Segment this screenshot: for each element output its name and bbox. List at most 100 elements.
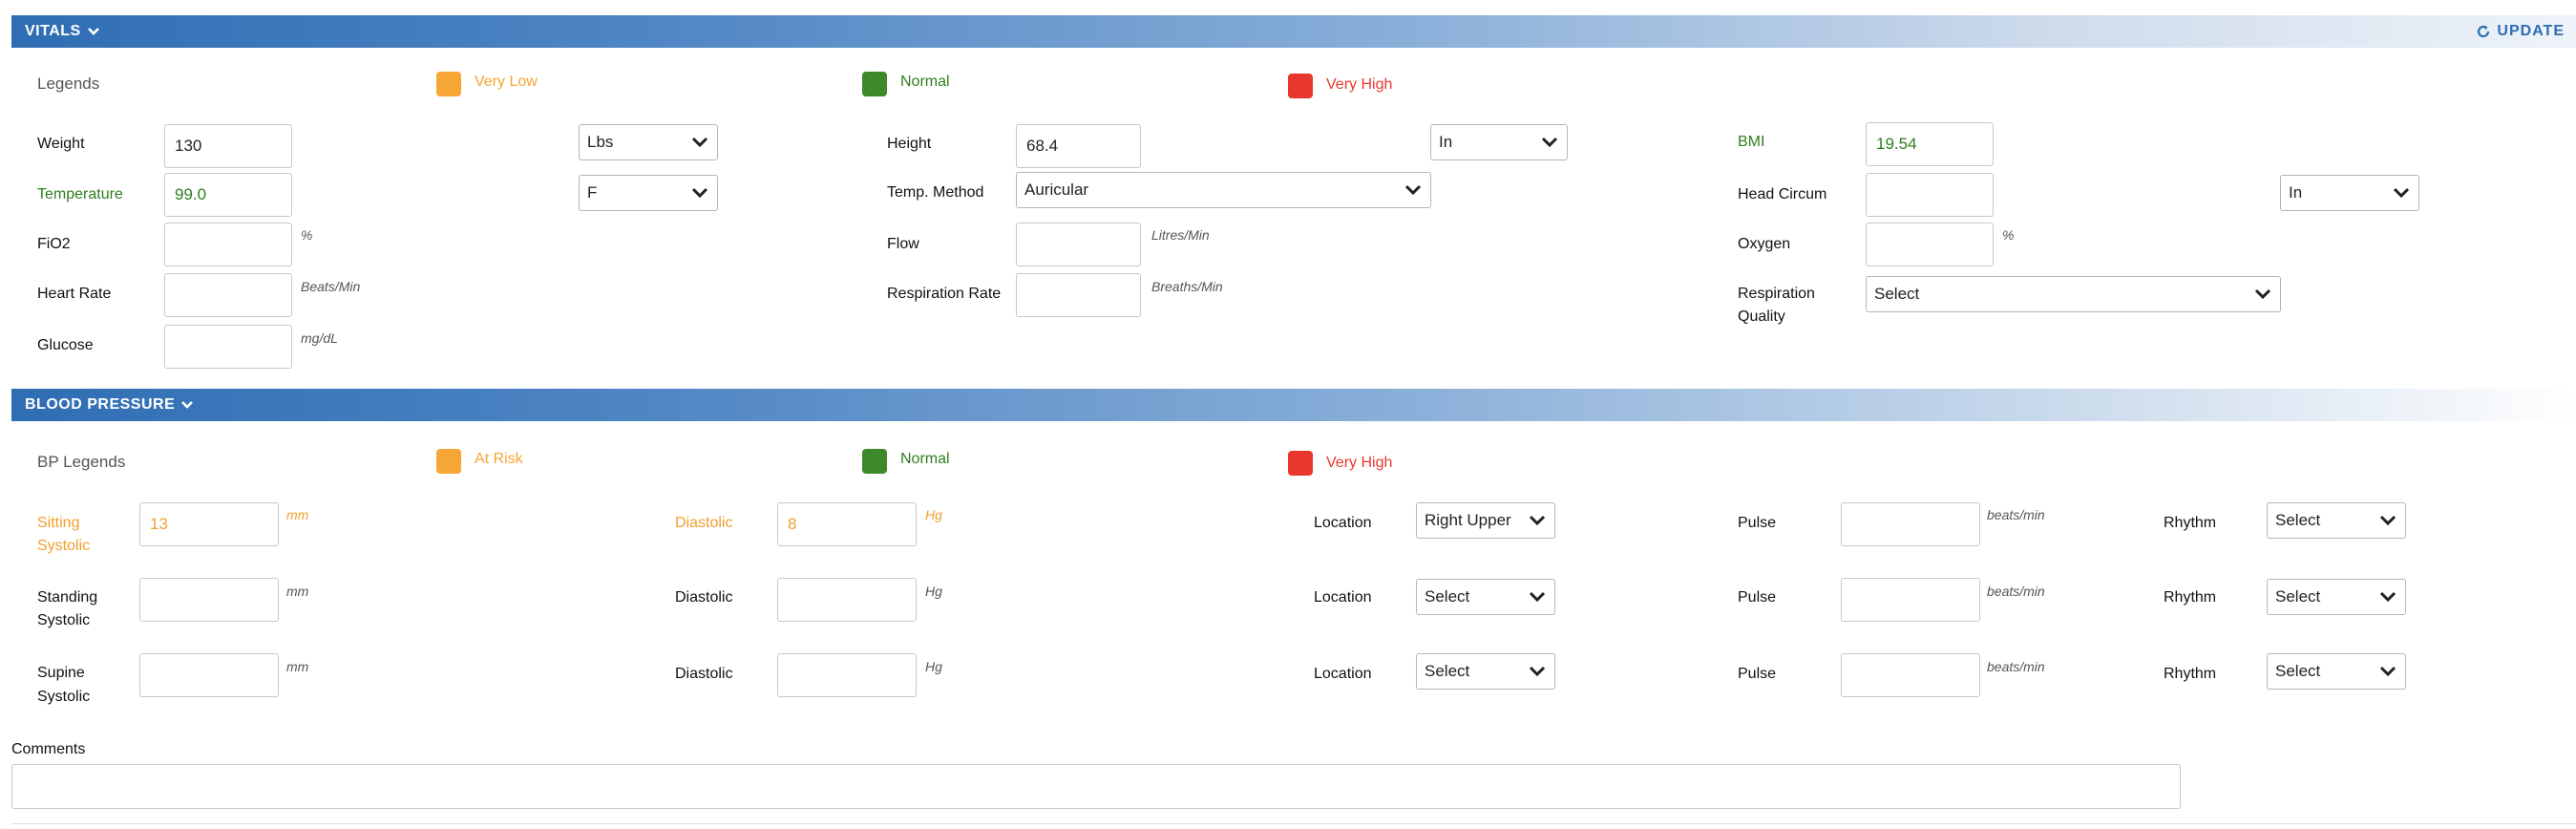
sitting-pulse-unit: beats/min [1987, 507, 2045, 522]
bp-title: BLOOD PRESSURE [25, 396, 176, 413]
legend-swatch-very-high [1288, 74, 1313, 98]
respiration-quality-value: Select [1874, 285, 1920, 303]
height-input[interactable]: 68.4 [1016, 124, 1141, 168]
standing-rhythm-select[interactable]: Select [2267, 579, 2406, 615]
supine-rhythm-select[interactable]: Select [2267, 653, 2406, 690]
respiration-rate-input[interactable] [1016, 273, 1141, 317]
heart-rate-label: Heart Rate [37, 286, 112, 302]
legend-swatch-very-low [436, 72, 461, 96]
standing-pulse-unit: beats/min [1987, 584, 2045, 599]
head-circum-label: Head Circum [1738, 186, 1827, 202]
vitals-toggle[interactable]: VITALS [25, 23, 100, 40]
weight-input[interactable]: 130 [164, 124, 292, 168]
supine-systolic-label-1: Supine [37, 665, 85, 681]
comments-textarea[interactable] [11, 764, 2181, 809]
chevron-down-icon [2379, 591, 2397, 603]
sitting-pulse-input[interactable] [1841, 502, 1980, 546]
supine-systolic-label-2: Systolic [37, 689, 91, 705]
supine-location-label: Location [1314, 666, 1372, 682]
flow-label: Flow [887, 236, 919, 252]
sitting-systolic-label-1: Sitting [37, 515, 80, 531]
temperature-unit-value: F [587, 183, 598, 202]
sitting-rhythm-value: Select [2275, 511, 2321, 529]
chevron-down-icon [87, 28, 99, 35]
chevron-down-icon [2379, 515, 2397, 526]
legend-swatch-bp-normal [862, 449, 887, 474]
legend-very-low: Very Low [475, 74, 538, 90]
update-button[interactable]: UPDATE [2476, 23, 2565, 40]
oxygen-input[interactable] [1866, 223, 1994, 266]
legend-at-risk: At Risk [475, 451, 523, 467]
temperature-unit-select[interactable]: F [579, 175, 718, 211]
sitting-systolic-input[interactable]: 13 [139, 502, 279, 546]
head-circum-unit-value: In [2289, 183, 2303, 202]
chevron-down-icon [2254, 288, 2271, 300]
sitting-pulse-label: Pulse [1738, 515, 1777, 531]
glucose-label: Glucose [37, 337, 94, 353]
standing-rhythm-value: Select [2275, 587, 2321, 606]
legend-swatch-normal [862, 72, 887, 96]
temp-method-select[interactable]: Auricular [1016, 172, 1431, 208]
flow-unit: Litres/Min [1151, 227, 1210, 243]
refresh-icon [2478, 25, 2490, 38]
standing-location-select[interactable]: Select [1416, 579, 1555, 615]
standing-pulse-input[interactable] [1841, 578, 1980, 622]
respiration-quality-label-2: Quality [1738, 308, 1785, 325]
supine-pulse-unit: beats/min [1987, 659, 2045, 674]
comments-label: Comments [11, 741, 86, 757]
sitting-diastolic-input[interactable]: 8 [777, 502, 917, 546]
sitting-systolic-unit: mm [286, 507, 309, 522]
bmi-label: BMI [1738, 134, 1765, 150]
head-circum-unit-select[interactable]: In [2280, 175, 2419, 211]
standing-pulse-label: Pulse [1738, 589, 1777, 606]
update-label: UPDATE [2497, 23, 2565, 39]
oxygen-unit: % [2002, 227, 2015, 243]
supine-pulse-input[interactable] [1841, 653, 1980, 697]
standing-diastolic-input[interactable] [777, 578, 917, 622]
supine-diastolic-input[interactable] [777, 653, 917, 697]
standing-systolic-input[interactable] [139, 578, 279, 622]
legend-very-high: Very High [1326, 76, 1393, 93]
sitting-rhythm-select[interactable]: Select [2267, 502, 2406, 539]
standing-systolic-label-2: Systolic [37, 612, 91, 628]
standing-rhythm-label: Rhythm [2164, 589, 2217, 606]
fio2-label: FiO2 [37, 236, 71, 252]
chevron-down-icon [1529, 591, 1546, 603]
heart-rate-input[interactable] [164, 273, 292, 317]
weight-label: Weight [37, 136, 85, 152]
supine-rhythm-label: Rhythm [2164, 666, 2217, 682]
supine-location-select[interactable]: Select [1416, 653, 1555, 690]
standing-location-value: Select [1425, 587, 1470, 606]
temperature-label: Temperature [37, 186, 123, 202]
legend-normal: Normal [900, 74, 950, 90]
respiration-quality-select[interactable]: Select [1866, 276, 2281, 312]
legend-bp-normal: Normal [900, 451, 950, 467]
legend-swatch-bp-very-high [1288, 451, 1313, 476]
head-circum-input[interactable] [1866, 173, 1994, 217]
sitting-location-value: Right Upper [1425, 511, 1511, 529]
bp-toggle[interactable]: BLOOD PRESSURE [25, 396, 194, 414]
fio2-unit: % [301, 227, 313, 243]
respiration-rate-label: Respiration Rate [887, 286, 1002, 302]
legend-swatch-at-risk [436, 449, 461, 474]
temperature-input[interactable]: 99.0 [164, 173, 292, 217]
fio2-input[interactable] [164, 223, 292, 266]
bp-legends-label: BP Legends [37, 453, 126, 471]
supine-systolic-input[interactable] [139, 653, 279, 697]
bmi-input[interactable]: 19.54 [1866, 122, 1994, 166]
vitals-title: VITALS [25, 23, 81, 39]
oxygen-label: Oxygen [1738, 236, 1791, 252]
glucose-input[interactable] [164, 325, 292, 369]
vitals-section-header: VITALS UPDATE [11, 15, 2576, 48]
chevron-down-icon [691, 187, 708, 199]
weight-unit-select[interactable]: Lbs [579, 124, 718, 160]
legend-bp-very-high: Very High [1326, 455, 1393, 471]
height-unit-select[interactable]: In [1430, 124, 1568, 160]
sitting-location-select[interactable]: Right Upper [1416, 502, 1555, 539]
chevron-down-icon [2379, 666, 2397, 677]
supine-diastolic-label: Diastolic [675, 666, 733, 682]
flow-input[interactable] [1016, 223, 1141, 266]
sitting-rhythm-label: Rhythm [2164, 515, 2217, 531]
weight-unit-value: Lbs [587, 133, 614, 151]
sitting-diastolic-label: Diastolic [675, 515, 733, 531]
